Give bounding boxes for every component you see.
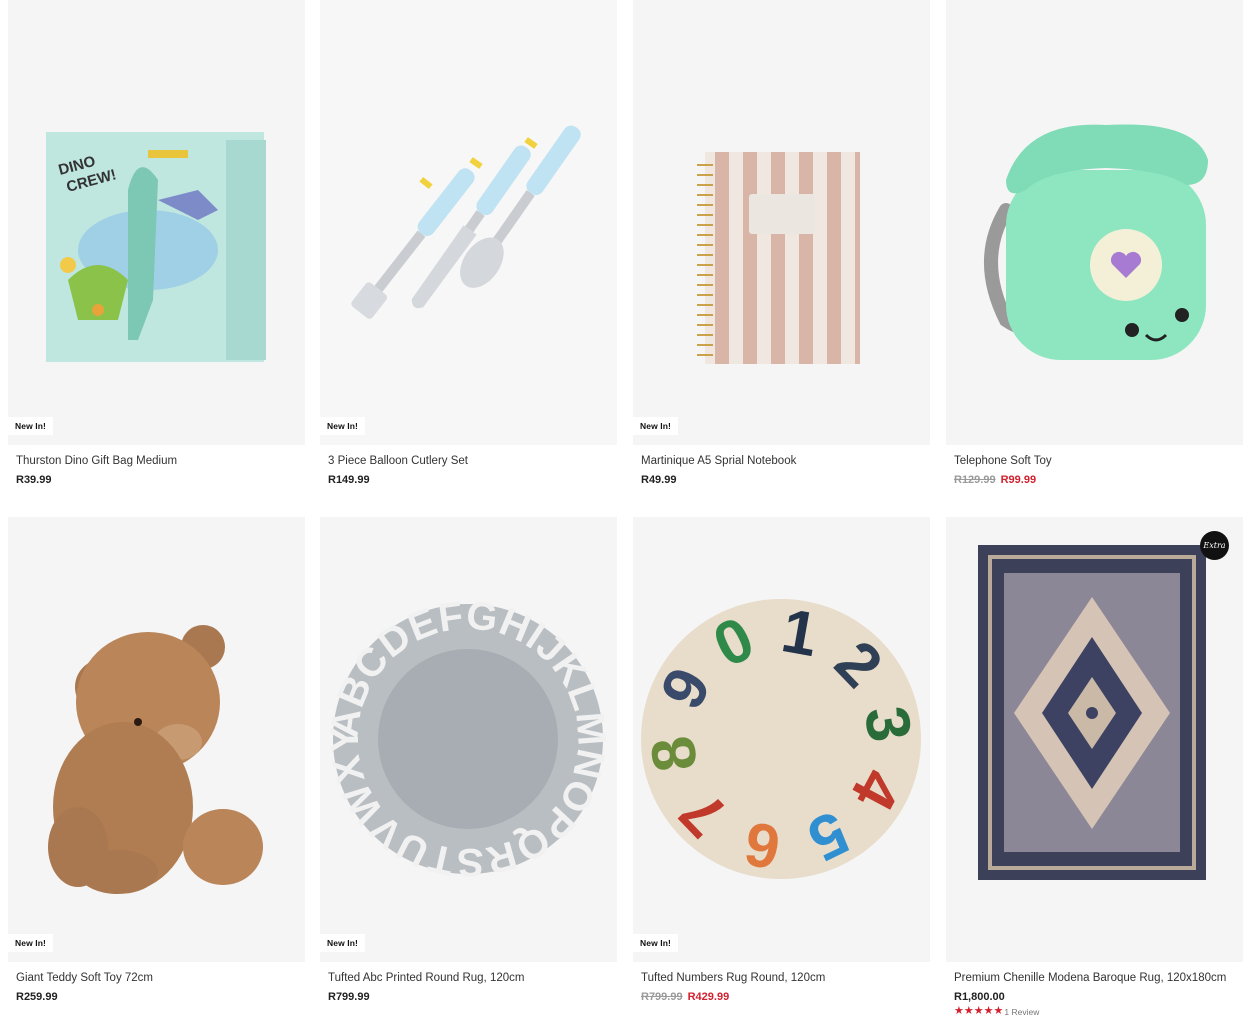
notebook-image <box>697 152 860 364</box>
product-price: R259.99 <box>16 991 58 1003</box>
product-grid: DINO CREW! New In! Thurston Dino Gift Ba… <box>0 0 1250 1036</box>
product-image[interactable]: New In! <box>633 0 930 445</box>
review-count[interactable]: 1 Review <box>1004 1007 1039 1017</box>
was-price: R799.99 <box>641 991 683 1003</box>
star-icon: ★ <box>983 1005 994 1017</box>
product-image[interactable]: New In! <box>320 0 617 445</box>
teddy-bear-image <box>48 625 263 894</box>
product-price: R799.99 R429.99 <box>641 991 729 1003</box>
product-price: R129.99 R99.99 <box>954 474 1036 486</box>
product-image[interactable]: DINO CREW! New In! <box>8 0 305 445</box>
product-image[interactable] <box>946 0 1243 445</box>
product-price: R799.99 <box>328 991 370 1003</box>
product-name[interactable]: Thurston Dino Gift Bag Medium <box>16 455 301 467</box>
numbers-rug-image: 1234567890 <box>638 596 924 882</box>
product-price: R39.99 <box>16 474 51 486</box>
product-name[interactable]: Premium Chenille Modena Baroque Rug, 120… <box>954 972 1239 984</box>
new-in-badge: New In! <box>8 416 53 435</box>
product-name[interactable]: Tufted Numbers Rug Round, 120cm <box>641 972 926 984</box>
product-image[interactable]: New In! <box>8 517 305 962</box>
rating[interactable]: ★ ★ ★ ★ ★ 1 Review <box>954 1006 1039 1017</box>
telephone-toy-image <box>984 124 1208 360</box>
product-image[interactable]: 1234567890 New In! <box>633 517 930 962</box>
new-in-badge: New In! <box>8 933 53 952</box>
star-icon: ★ <box>993 1005 1004 1017</box>
star-icon: ★ <box>963 1005 974 1017</box>
price: R799.99 <box>328 991 370 1003</box>
price: R259.99 <box>16 991 58 1003</box>
product-name[interactable]: Giant Teddy Soft Toy 72cm <box>16 972 301 984</box>
product-name[interactable]: 3 Piece Balloon Cutlery Set <box>328 455 613 467</box>
baroque-rug-image <box>978 545 1206 880</box>
abc-rug-image: ABCDEFGHIJKLMNOPQRSTUVWXYZ <box>320 517 613 884</box>
price: R149.99 <box>328 474 370 486</box>
product-price: R49.99 <box>641 474 676 486</box>
new-in-badge: New In! <box>320 933 365 952</box>
new-in-badge: New In! <box>633 416 678 435</box>
price: R1,800.00 <box>954 991 1005 1003</box>
price: R39.99 <box>16 474 52 486</box>
product-name[interactable]: Martinique A5 Sprial Notebook <box>641 455 926 467</box>
star-icon: ★ <box>973 1005 984 1017</box>
product-price: R1,800.00 <box>954 991 1005 1003</box>
product-name[interactable]: Tufted Abc Printed Round Rug, 120cm <box>328 972 613 984</box>
new-in-badge: New In! <box>320 416 365 435</box>
extra-badge: Extra <box>1200 531 1229 560</box>
product-price: R149.99 <box>328 474 370 486</box>
star-icon: ★ <box>954 1005 964 1017</box>
product-name[interactable]: Telephone Soft Toy <box>954 455 1239 467</box>
was-price: R129.99 <box>954 474 996 486</box>
dino-gift-bag-image: DINO CREW! <box>46 132 266 362</box>
cutlery-set-image <box>320 0 617 445</box>
product-image[interactable]: Extra <box>946 517 1243 962</box>
price: R49.99 <box>641 474 677 486</box>
new-in-badge: New In! <box>633 933 678 952</box>
sale-price: R429.99 <box>687 991 730 1003</box>
product-image[interactable]: ABCDEFGHIJKLMNOPQRSTUVWXYZ New In! <box>320 517 617 962</box>
sale-price: R99.99 <box>1000 474 1037 486</box>
